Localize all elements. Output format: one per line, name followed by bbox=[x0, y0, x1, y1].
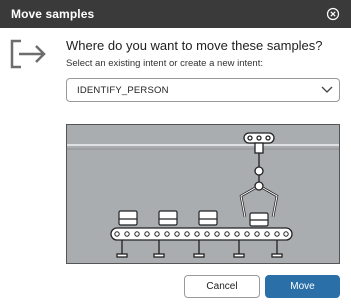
intent-select-value: IDENTIFY_PERSON bbox=[77, 85, 169, 96]
dialog-titlebar: Move samples bbox=[0, 0, 351, 28]
move-samples-dialog: Move samples Where do you want to move t… bbox=[0, 0, 351, 306]
dialog-title: Move samples bbox=[11, 7, 95, 21]
move-button[interactable]: Move bbox=[265, 275, 340, 298]
conveyor-belt-robot-arm-icon bbox=[67, 125, 339, 263]
cancel-button[interactable]: Cancel bbox=[184, 275, 260, 298]
arrow-into-box-icon bbox=[10, 39, 46, 69]
close-icon[interactable] bbox=[326, 7, 340, 21]
dialog-heading: Where do you want to move these samples? bbox=[66, 38, 323, 53]
conveyor-illustration bbox=[66, 124, 340, 264]
intent-select[interactable]: IDENTIFY_PERSON bbox=[66, 78, 340, 102]
chevron-down-icon bbox=[321, 86, 333, 93]
dialog-instructions: Select an existing intent or create a ne… bbox=[66, 58, 263, 69]
